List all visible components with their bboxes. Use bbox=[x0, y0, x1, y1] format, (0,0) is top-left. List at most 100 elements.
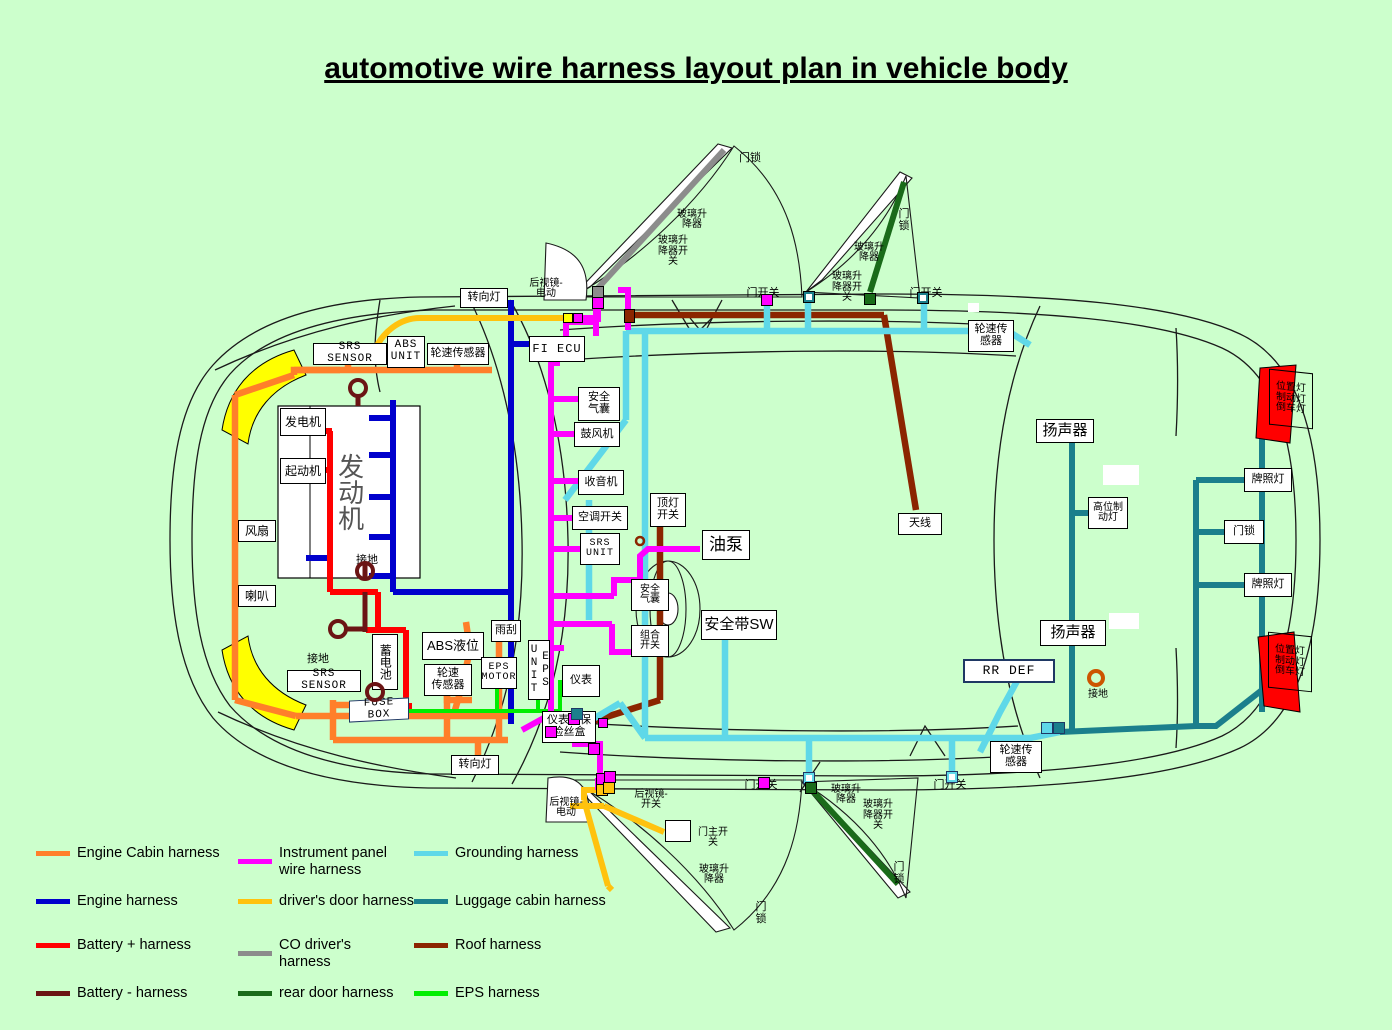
connector-block bbox=[603, 782, 615, 794]
component-door-lock-rear: 门锁 bbox=[1224, 520, 1264, 544]
component-radio: 收音机 bbox=[578, 470, 624, 495]
component-label-text: 门 锁 bbox=[893, 861, 905, 885]
legend-item: Instrument panel wire harness bbox=[238, 845, 387, 878]
component-door-lock-tl: 门锁 bbox=[735, 150, 765, 168]
component-label-text: SRS SENSOR bbox=[327, 341, 373, 365]
component-label-text: 扬声器 bbox=[1042, 422, 1088, 440]
component-label-text: 鼓风机 bbox=[580, 427, 614, 440]
component-label-text: 安全 气囊 bbox=[588, 391, 610, 415]
component-rr-def: RR DEF bbox=[963, 659, 1055, 683]
component-label-text: 玻璃升 降器开 关 bbox=[658, 235, 688, 268]
legend-label: rear door harness bbox=[279, 985, 394, 1001]
component-fan: 风扇 bbox=[238, 520, 276, 542]
component-srs-sensor-rear: SRS SENSOR bbox=[287, 668, 361, 692]
connector-block bbox=[563, 313, 573, 323]
connector-block bbox=[949, 774, 955, 780]
legend-item: Battery + harness bbox=[36, 937, 191, 954]
component-label-text: 组合 开关 bbox=[640, 629, 660, 651]
component-label-text: 高位制 动灯 bbox=[1093, 501, 1123, 523]
legend-label: Engine harness bbox=[77, 893, 178, 909]
connector-block bbox=[1041, 722, 1053, 734]
component-turn-signal-front: 转向灯 bbox=[460, 288, 508, 308]
component-mirror-power-bot: 后视镜- 电动 bbox=[544, 793, 588, 823]
legend-color-swatch bbox=[414, 898, 448, 904]
component-label-text: 发动机 bbox=[334, 453, 365, 531]
connector-block bbox=[805, 782, 817, 794]
component-engine-block: 发动机 bbox=[278, 406, 420, 578]
component-label-text: 收音机 bbox=[584, 475, 618, 488]
component-label-text: FI ECU bbox=[532, 341, 582, 356]
component-eps-motor: EPS MOTOR bbox=[481, 657, 517, 689]
component-taillight-top: 位置灯 制动灯 倒车灯 bbox=[1269, 368, 1313, 430]
component-horn: 喇叭 bbox=[238, 585, 276, 607]
legend-color-swatch bbox=[36, 942, 70, 948]
component-label-text: SRS SENSOR bbox=[301, 668, 347, 692]
component-airbag-2: 安全 气囊 bbox=[631, 579, 669, 611]
component-door-lock-bl: 门 锁 bbox=[752, 898, 770, 930]
component-label-text: 空调开关 bbox=[578, 511, 622, 524]
component-label-text: 玻璃升 降器开 关 bbox=[863, 799, 893, 832]
component-label-text: ABS液位 bbox=[426, 638, 479, 654]
component-label-text: 牌照灯 bbox=[1251, 473, 1285, 486]
legend-item: driver's door harness bbox=[238, 893, 414, 910]
component-turn-signal-rear: 转向灯 bbox=[451, 755, 499, 775]
component-window-reg-fl-box bbox=[665, 820, 691, 842]
legend-label: Battery - harness bbox=[77, 985, 188, 1001]
component-label-text: RR DEF bbox=[982, 663, 1036, 679]
component-window-sw-tl: 玻璃升 降器开 关 bbox=[653, 230, 693, 274]
component-eps-unit: EPS UNIT bbox=[528, 640, 552, 700]
component-door-lock-br: 门 锁 bbox=[890, 858, 908, 890]
legend-color-swatch bbox=[36, 898, 70, 904]
legend-item: Engine Cabin harness bbox=[36, 845, 220, 862]
component-label-text: ABS UNIT bbox=[390, 339, 422, 363]
legend-color-swatch bbox=[238, 898, 272, 904]
component-label-text: 安全 气囊 bbox=[640, 583, 660, 605]
component-label-text: 后视镜- 开关 bbox=[634, 788, 668, 810]
component-label-text: 转向灯 bbox=[467, 291, 501, 304]
component-window-sw-tr: 玻璃升 降器开 关 bbox=[827, 266, 867, 310]
component-label-text: 玻璃升 降器 bbox=[854, 241, 884, 263]
component-label-text: 接地 bbox=[356, 554, 378, 567]
component-label-text: 风扇 bbox=[244, 523, 269, 538]
component-rear-ground: 接地 bbox=[1083, 686, 1113, 704]
legend-label: Engine Cabin harness bbox=[77, 845, 220, 861]
component-door-master-switch: 门主开 关 bbox=[692, 823, 734, 853]
component-mirror-switch: 后视镜- 开关 bbox=[629, 785, 673, 815]
component-label-text: 蓄电池 bbox=[378, 644, 393, 680]
legend-label: CO driver's harness bbox=[279, 937, 352, 970]
component-abs-fluid-level: ABS液位 bbox=[422, 632, 484, 660]
component-combination-switch: 组合 开关 bbox=[631, 625, 669, 657]
component-window-reg-tr: 玻璃升 降器 bbox=[849, 238, 889, 268]
component-label-text: 玻璃升 降器 bbox=[677, 208, 707, 230]
connector-block bbox=[545, 726, 557, 738]
legend-label: driver's door harness bbox=[279, 893, 414, 909]
component-label-text: EPS MOTOR bbox=[481, 661, 517, 683]
component-fuel-pump: 油泵 bbox=[702, 530, 750, 560]
component-fuse-box: FUSE BOX bbox=[349, 697, 409, 723]
component-label-text: 油泵 bbox=[709, 535, 743, 555]
component-engine-ground: 接地 bbox=[352, 552, 382, 570]
component-window-reg-bl: 玻璃升 降器 bbox=[694, 860, 734, 890]
connector-block bbox=[1109, 613, 1139, 629]
connector-block bbox=[1053, 722, 1065, 734]
legend-item: Luggage cabin harness bbox=[414, 893, 606, 910]
component-blower: 鼓风机 bbox=[574, 422, 620, 447]
legend-color-swatch bbox=[36, 990, 70, 996]
component-label-text: 门 锁 bbox=[898, 208, 910, 232]
component-window-sw-br: 玻璃升 降器开 关 bbox=[858, 794, 898, 838]
component-label-text: 轮速传感器 bbox=[430, 347, 486, 360]
legend-label: Luggage cabin harness bbox=[455, 893, 606, 909]
legend-item: rear door harness bbox=[238, 985, 393, 1002]
component-wiper: 雨刮 bbox=[491, 620, 521, 642]
connector-block bbox=[920, 295, 926, 301]
legend-color-swatch bbox=[414, 850, 448, 856]
legend-color-swatch bbox=[238, 990, 272, 996]
component-instrument: 仪表 bbox=[562, 665, 600, 697]
component-label-text: 牌照灯 bbox=[1251, 578, 1285, 591]
legend-color-swatch bbox=[414, 990, 448, 996]
legend-item: Battery - harness bbox=[36, 985, 187, 1002]
component-door-lock-tr: 门 锁 bbox=[895, 205, 913, 237]
component-wheel-speed-fr: 轮速传 感器 bbox=[968, 320, 1014, 352]
component-label-text: 安全带SW bbox=[704, 616, 774, 634]
component-ac-switch: 空调开关 bbox=[572, 506, 628, 530]
